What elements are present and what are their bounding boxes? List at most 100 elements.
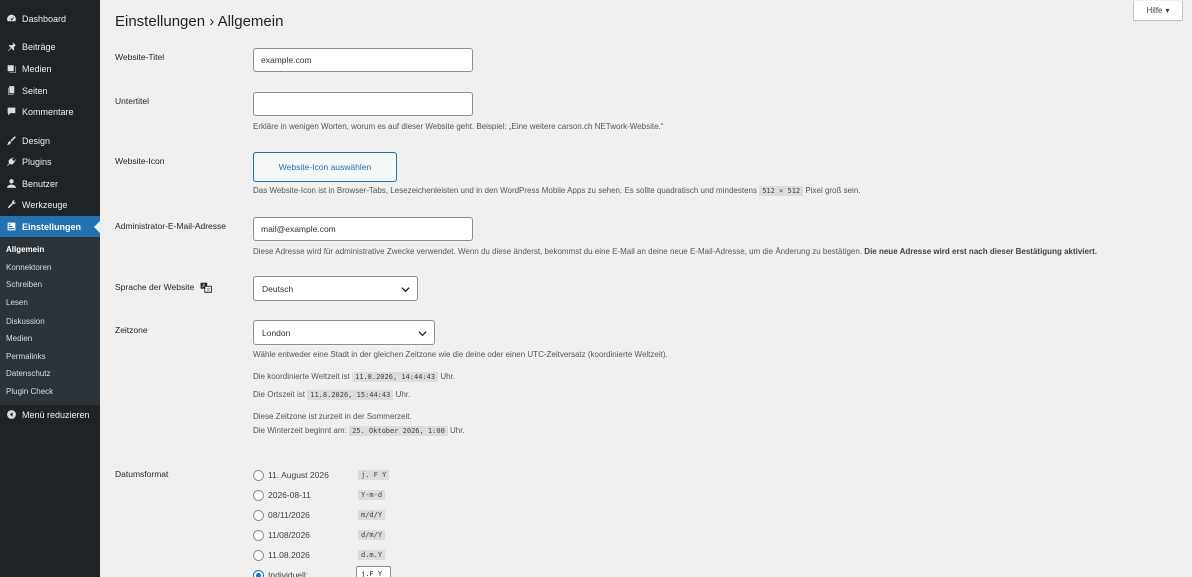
- sidebar-item-label: Kommentare: [22, 106, 74, 117]
- translation-icon: A文: [200, 282, 212, 293]
- sidebar-item-design[interactable]: Design: [0, 130, 100, 151]
- user-icon: [6, 178, 17, 189]
- sidebar-item-settings[interactable]: Einstellungen: [0, 216, 100, 237]
- collapse-icon: [6, 409, 17, 420]
- admin-email-input[interactable]: [253, 217, 473, 241]
- date-format-option[interactable]: Individuell:: [253, 568, 358, 577]
- date-format-code: Y-m-d: [358, 490, 386, 500]
- sidebar-item-label: Seiten: [22, 85, 48, 96]
- sidebar-item-label: Dashboard: [22, 13, 67, 24]
- local-time-suffix: Uhr.: [395, 390, 411, 399]
- submenu-item-discussion[interactable]: Diskussion: [6, 317, 45, 326]
- sidebar-item-label: Werkzeuge: [22, 199, 68, 210]
- sidebar-item-posts[interactable]: Beiträge: [0, 36, 100, 57]
- date-format-option[interactable]: 11.08.2026 d.m.Y: [253, 548, 386, 562]
- date-format-radio[interactable]: [253, 549, 264, 561]
- date-format-label: Datumsformat: [115, 469, 169, 479]
- dst-note: Diese Zeitzone ist zurzeit in der Sommer…: [253, 412, 412, 421]
- custom-date-format-input[interactable]: j.F Y: [356, 566, 391, 577]
- submenu-item-connectors[interactable]: Konnektoren: [6, 263, 51, 272]
- date-format-radio[interactable]: [253, 569, 264, 577]
- admin-sidebar: Dashboard Beiträge Medien Seiten Komment…: [0, 0, 100, 577]
- site-icon-desc-text: Das Website-Icon ist in Browser-Tabs, Le…: [253, 186, 757, 195]
- sidebar-item-dashboard[interactable]: Dashboard: [0, 8, 100, 29]
- language-select[interactable]: Deutsch: [253, 276, 418, 301]
- date-format-option-label: 2026-08-11: [268, 490, 311, 500]
- submenu-item-permalinks[interactable]: Permalinks: [6, 352, 46, 361]
- language-selected-value: Deutsch: [262, 283, 294, 294]
- sidebar-item-tools[interactable]: Werkzeuge: [0, 194, 100, 215]
- site-title-label: Website-Titel: [115, 52, 165, 62]
- sidebar-item-label: Plugins: [22, 156, 52, 167]
- date-format-option[interactable]: 11. August 2026 j. F Y: [253, 468, 390, 482]
- tagline-input[interactable]: [253, 92, 473, 116]
- site-icon-description: Das Website-Icon ist in Browser-Tabs, Le…: [253, 186, 861, 196]
- tagline-description: Erkläre in wenigen Worten, worum es auf …: [253, 122, 664, 131]
- chevron-down-icon: [418, 331, 427, 337]
- date-format-radio[interactable]: [253, 529, 264, 541]
- utc-time-value: 11.8.2026, 14:44:43: [352, 372, 439, 382]
- date-format-radio[interactable]: [253, 509, 264, 521]
- collapse-menu-button[interactable]: Menü reduzieren: [0, 404, 100, 425]
- local-time-prefix: Die Ortszeit ist: [253, 390, 306, 399]
- date-format-option[interactable]: 08/11/2026 m/d/Y: [253, 508, 386, 522]
- submenu-item-writing[interactable]: Schreiben: [6, 280, 42, 289]
- submenu-item-privacy[interactable]: Datenschutz: [6, 369, 50, 378]
- sidebar-item-label: Benutzer: [22, 178, 59, 189]
- site-title-input[interactable]: [253, 48, 473, 72]
- pages-icon: [6, 85, 17, 96]
- date-format-option-label: 11. August 2026: [268, 470, 329, 480]
- admin-email-desc-text: Diese Adresse wird für administrative Zw…: [253, 247, 863, 256]
- sidebar-item-comments[interactable]: Kommentare: [0, 101, 100, 122]
- timezone-select[interactable]: London: [253, 320, 435, 345]
- sidebar-item-label: Beiträge: [22, 41, 56, 52]
- date-format-radio[interactable]: [253, 469, 264, 481]
- timezone-label: Zeitzone: [115, 325, 148, 335]
- site-icon-label: Website-Icon: [115, 156, 165, 166]
- date-format-radio[interactable]: [253, 489, 264, 501]
- settings-icon: [6, 221, 17, 232]
- language-label: Sprache der Website: [115, 282, 195, 292]
- date-format-code: j. F Y: [358, 470, 390, 480]
- winter-time: Die Winterzeit beginnt am: 25. Oktober 2…: [253, 426, 465, 436]
- caret-down-icon: ▾: [1165, 6, 1170, 15]
- date-format-code: d.m.Y: [358, 550, 386, 560]
- utc-time: Die koordinierte Weltzeit ist 11.8.2026,…: [253, 372, 455, 382]
- date-format-option-label: Individuell:: [268, 570, 309, 577]
- date-format-code: d/m/Y: [358, 530, 386, 540]
- date-format-code: m/d/Y: [358, 510, 386, 520]
- local-time: Die Ortszeit ist 11.8.2026, 15:44:43 Uhr…: [253, 390, 411, 400]
- submenu-item-media[interactable]: Medien: [6, 334, 32, 343]
- admin-email-description: Diese Adresse wird für administrative Zw…: [253, 247, 1097, 256]
- chevron-down-icon: [401, 287, 410, 293]
- dashboard-icon: [6, 13, 17, 24]
- site-icon-desc-suffix: Pixel groß sein.: [805, 186, 861, 195]
- help-label: Hilfe: [1146, 6, 1163, 15]
- utc-time-prefix: Die koordinierte Weltzeit ist: [253, 372, 350, 381]
- sidebar-item-label: Design: [22, 135, 51, 146]
- sidebar-item-pages[interactable]: Seiten: [0, 80, 100, 101]
- local-time-value: 11.8.2026, 15:44:43: [307, 390, 394, 400]
- submenu-item-reading[interactable]: Lesen: [6, 298, 28, 307]
- sidebar-item-users[interactable]: Benutzer: [0, 173, 100, 194]
- utc-time-suffix: Uhr.: [440, 372, 455, 381]
- brush-icon: [6, 135, 17, 146]
- sidebar-item-media[interactable]: Medien: [0, 58, 100, 79]
- admin-email-desc-bold: Die neue Adresse wird erst nach dieser B…: [864, 247, 1097, 256]
- wrench-icon: [6, 199, 17, 210]
- date-format-option-label: 11.08.2026: [268, 550, 310, 560]
- choose-site-icon-button[interactable]: Website-Icon auswählen: [253, 152, 397, 182]
- comment-icon: [6, 106, 17, 117]
- submenu-item-general[interactable]: Allgemein: [6, 245, 44, 254]
- date-format-option[interactable]: 11/08/2026 d/m/Y: [253, 528, 386, 542]
- main-content: Einstellungen › Allgemein Hilfe ▾ Websit…: [100, 0, 1192, 577]
- date-format-option-label: 11/08/2026: [268, 530, 310, 540]
- date-format-option[interactable]: 2026-08-11 Y-m-d: [253, 488, 386, 502]
- submenu-item-plugin-check[interactable]: Plugin Check: [6, 387, 53, 396]
- page-title: Einstellungen › Allgemein: [115, 13, 284, 30]
- site-icon-size-code: 512 × 512: [759, 186, 804, 196]
- winter-time-prefix: Die Winterzeit beginnt am:: [253, 426, 347, 435]
- sidebar-item-plugins[interactable]: Plugins: [0, 151, 100, 172]
- help-tab-button[interactable]: Hilfe ▾: [1133, 1, 1183, 21]
- media-icon: [6, 63, 17, 74]
